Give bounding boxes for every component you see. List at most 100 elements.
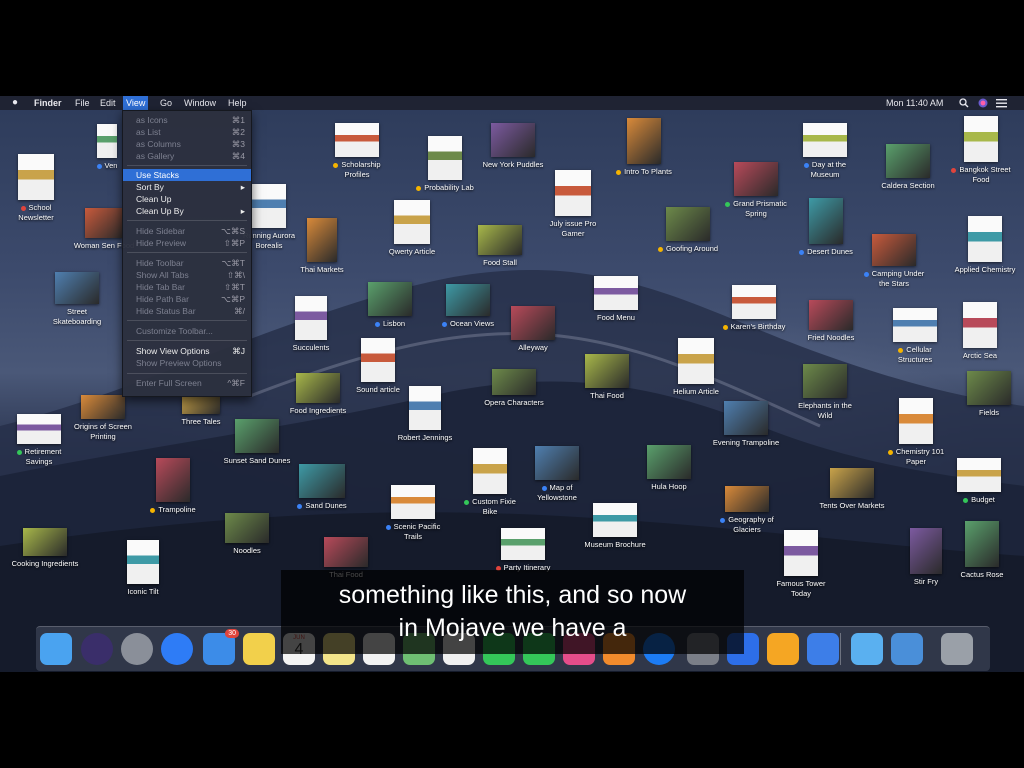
menu-bar: ● Finder File Edit View Go Window Help M…	[0, 96, 1024, 110]
downloads-icon[interactable]	[891, 633, 923, 665]
file-thumbnail	[830, 468, 874, 498]
file-thumbnail	[368, 282, 412, 316]
pages-icon[interactable]	[767, 633, 799, 665]
tag-dot	[963, 497, 969, 503]
file-thumbnail	[55, 272, 99, 304]
menu-item-as-list[interactable]: as List ⌘2	[123, 126, 251, 138]
tag-dot	[385, 524, 391, 530]
file-name: Desert Dunes	[807, 247, 853, 256]
file-name: Food Menu	[597, 313, 635, 322]
menu-edit[interactable]: Edit	[97, 96, 119, 110]
file-name: Ocean Views	[449, 319, 495, 328]
file-label: Iconic Tilt	[109, 587, 177, 597]
file-thumbnail	[963, 302, 997, 348]
apple-icon[interactable]: ●	[12, 97, 24, 109]
menu-item-hide-tab-bar[interactable]: Hide Tab Bar ⇧⌘T	[123, 281, 251, 293]
file-thumbnail	[473, 448, 507, 494]
file-thumbnail	[957, 458, 1001, 492]
launchpad-icon[interactable]	[121, 633, 153, 665]
file-thumbnail	[555, 170, 591, 216]
file-name: Thai Food	[590, 391, 624, 400]
file-label: Evening Trampoline	[712, 438, 780, 448]
file-name: Three Tales	[181, 417, 221, 426]
file-label: Cooking Ingredients	[11, 559, 79, 569]
file-thumbnail	[97, 124, 117, 158]
siri-icon[interactable]	[81, 633, 113, 665]
menu-help[interactable]: Help	[225, 96, 250, 110]
file-name: Retirement Savings	[24, 447, 62, 466]
file-name: Ven	[104, 161, 118, 170]
siri-icon[interactable]	[978, 98, 988, 108]
menu-item-show-view-options[interactable]: Show View Options ⌘J	[123, 345, 251, 357]
file-name: Probability Lab	[424, 183, 474, 192]
spotlight-icon[interactable]	[959, 98, 969, 108]
menu-app-finder[interactable]: Finder	[31, 96, 65, 110]
tag-dot	[96, 163, 102, 169]
finder-icon[interactable]	[40, 633, 72, 665]
xcode-icon[interactable]	[807, 633, 839, 665]
file-thumbnail	[491, 123, 535, 157]
menu-item-hide-status-bar[interactable]: Hide Status Bar ⌘/	[123, 305, 251, 317]
menu-item-enter-full-screen[interactable]: Enter Full Screen ^⌘F	[123, 377, 251, 389]
file-label: New York Puddles	[479, 160, 547, 170]
file-label: Fried Noodles	[797, 333, 865, 343]
file-thumbnail	[803, 123, 847, 157]
notification-center-icon[interactable]	[996, 98, 1007, 108]
caption-line-1: something like this, and so now	[338, 581, 687, 609]
tag-dot	[150, 507, 156, 513]
trash-icon[interactable]	[941, 633, 973, 665]
notes-icon[interactable]	[243, 633, 275, 665]
menu-item-show-preview-options[interactable]: Show Preview Options	[123, 357, 251, 369]
menu-item-as-gallery[interactable]: as Gallery ⌘4	[123, 150, 251, 162]
menu-file[interactable]: File	[72, 96, 93, 110]
menu-item-hide-sidebar[interactable]: Hide Sidebar ⌥⌘S	[123, 225, 251, 237]
menu-go[interactable]: Go	[157, 96, 175, 110]
menu-item-as-columns[interactable]: as Columns ⌘3	[123, 138, 251, 150]
tag-dot	[333, 162, 339, 168]
file-name: Custom Fixie Bike	[472, 497, 516, 516]
menu-item-hide-path-bar[interactable]: Hide Path Bar ⌥⌘P	[123, 293, 251, 305]
menu-item-hide-toolbar[interactable]: Hide Toolbar ⌥⌘T	[123, 257, 251, 269]
menu-item-sort-by[interactable]: Sort By ▸	[123, 181, 251, 193]
menu-item-as-icons[interactable]: as Icons ⌘1	[123, 114, 251, 126]
menu-item-show-all-tabs[interactable]: Show All Tabs ⇧⌘\	[123, 269, 251, 281]
file-label: Arctic Sea	[946, 351, 1014, 361]
file-thumbnail	[899, 398, 933, 444]
file-thumbnail	[535, 446, 579, 480]
folder-icon[interactable]	[851, 633, 883, 665]
file-name: Sand Dunes	[305, 501, 347, 510]
file-label: Thai Food	[573, 391, 641, 401]
file-thumbnail	[724, 401, 768, 435]
file-thumbnail	[81, 395, 125, 419]
menu-view[interactable]: View	[123, 96, 149, 110]
file-name: Origins of Screen Printing	[74, 422, 132, 441]
file-name: Cactus Rose	[960, 570, 1004, 579]
file-name: Street Skateboarding	[52, 307, 102, 326]
tag-dot	[720, 517, 726, 523]
menu-item-use-stacks[interactable]: Use Stacks	[123, 169, 251, 181]
menu-item-clean-up-by[interactable]: Clean Up By ▸	[123, 205, 251, 217]
file-label: Chemistry 101 Paper	[882, 447, 950, 467]
file-label: Map of Yellowstone	[523, 483, 591, 503]
file-label: Fields	[955, 408, 1023, 418]
file-name: Museum Brochure	[584, 540, 646, 549]
menu-item-clean-up[interactable]: Clean Up	[123, 193, 251, 205]
file-name: Applied Chemistry	[954, 265, 1016, 274]
file-label: Sound article	[344, 385, 412, 395]
clock[interactable]: Mon 11:40 AM	[886, 96, 943, 110]
safari-icon[interactable]	[161, 633, 193, 665]
menu-item-customize-toolbar[interactable]: Customize Toolbar...	[123, 325, 251, 337]
file-name: Fields	[978, 408, 999, 417]
file-name: Evening Trampoline	[712, 438, 780, 447]
tag-dot	[297, 503, 303, 509]
file-name: July issue Pro Gamer	[549, 219, 597, 238]
menu-window[interactable]: Window	[181, 96, 219, 110]
mail-icon[interactable]: 30	[203, 629, 239, 665]
file-label: Retirement Savings	[5, 447, 73, 467]
tag-dot	[657, 246, 663, 252]
file-thumbnail	[967, 371, 1011, 405]
menu-item-hide-preview[interactable]: Hide Preview ⇧⌘P	[123, 237, 251, 249]
tag-dot	[887, 449, 893, 455]
file-label: Lisbon	[356, 319, 424, 329]
file-label: Noodles	[213, 546, 281, 556]
